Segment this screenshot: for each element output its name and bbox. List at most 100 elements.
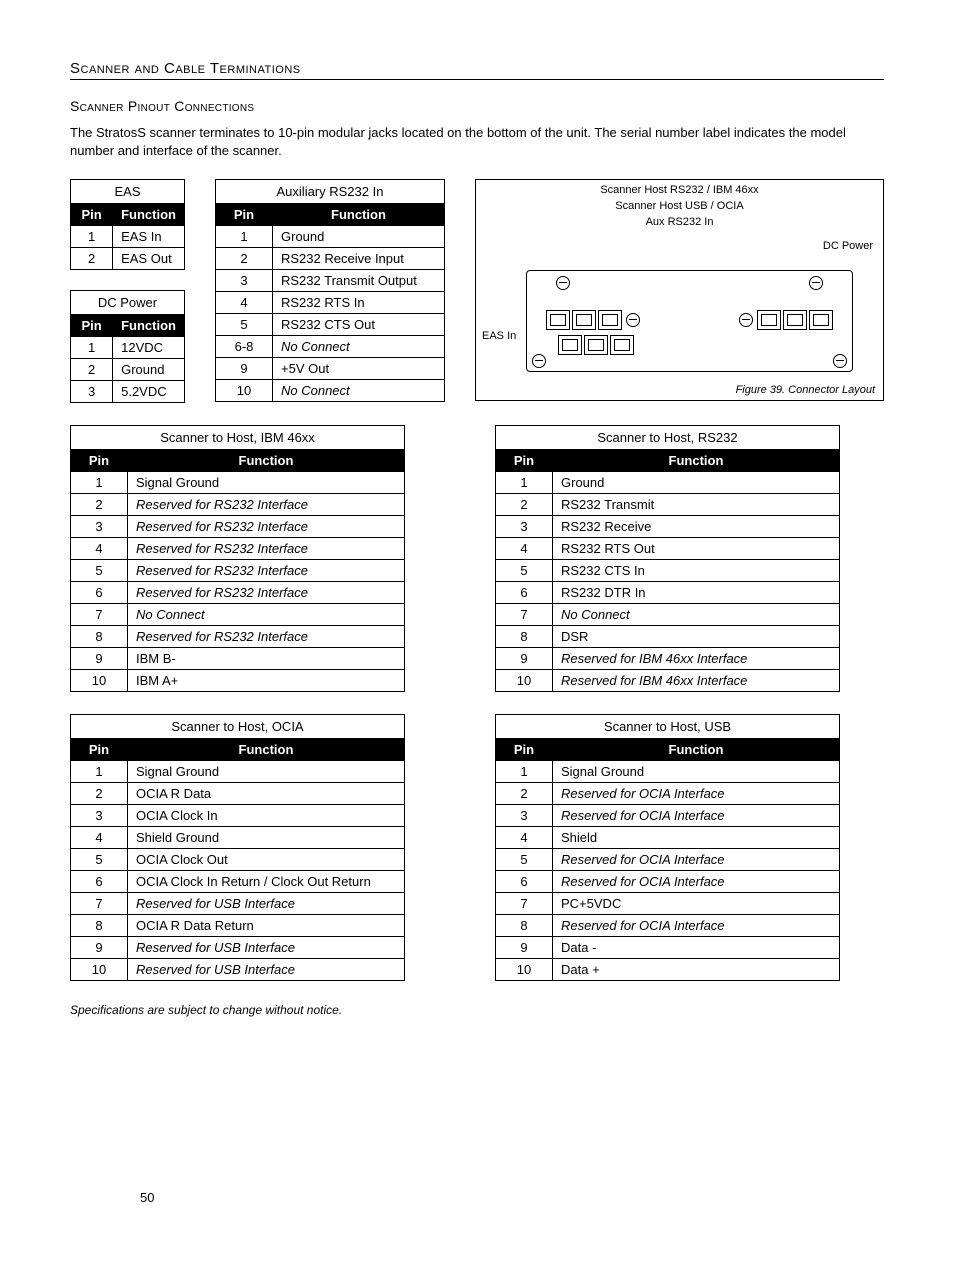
table-row: 5RS232 CTS Out: [216, 314, 445, 336]
table-row: 6-8No Connect: [216, 336, 445, 358]
pin-cell: 2: [71, 359, 113, 381]
pin-cell: 1: [71, 472, 128, 494]
row-2: Scanner to Host, IBM 46xx Pin Function 1…: [70, 425, 884, 692]
table-row: 1EAS In: [71, 226, 185, 248]
func-cell: RS232 Transmit: [553, 494, 840, 516]
func-cell: Reserved for RS232 Interface: [128, 494, 405, 516]
func-cell: Reserved for USB Interface: [128, 937, 405, 959]
func-cell: RS232 DTR In: [553, 582, 840, 604]
table-rs232-title: Scanner to Host, RS232: [495, 425, 840, 449]
table-row: 2Reserved for RS232 Interface: [71, 494, 405, 516]
func-cell: EAS Out: [113, 248, 185, 270]
table-row: 8DSR: [496, 626, 840, 648]
func-cell: RS232 Receive: [553, 516, 840, 538]
pin-cell: 3: [496, 516, 553, 538]
diagram-label-aux: Aux RS232 In: [646, 216, 714, 228]
table-row: 5RS232 CTS In: [496, 560, 840, 582]
table-row: 10No Connect: [216, 380, 445, 402]
top-row: EAS Pin Function 1EAS In2EAS Out DC Powe…: [70, 179, 884, 403]
pin-cell: 7: [496, 893, 553, 915]
table-row: 2RS232 Receive Input: [216, 248, 445, 270]
pin-cell: 6-8: [216, 336, 273, 358]
pin-cell: 4: [71, 827, 128, 849]
func-cell: Shield Ground: [128, 827, 405, 849]
table-row: 9Data -: [496, 937, 840, 959]
func-cell: 12VDC: [113, 337, 185, 359]
func-cell: Reserved for RS232 Interface: [128, 538, 405, 560]
col-func: Function: [128, 450, 405, 472]
table-dcpower-title: DC Power: [70, 290, 185, 314]
col-func: Function: [553, 739, 840, 761]
page-number: 50: [140, 1190, 154, 1205]
func-cell: DSR: [553, 626, 840, 648]
table-dcpower: DC Power Pin Function 112VDC2Ground35.2V…: [70, 290, 185, 403]
pin-cell: 10: [216, 380, 273, 402]
pin-cell: 5: [496, 560, 553, 582]
pin-cell: 5: [496, 849, 553, 871]
func-cell: Ground: [553, 472, 840, 494]
table-row: 8Reserved for RS232 Interface: [71, 626, 405, 648]
func-cell: 5.2VDC: [113, 381, 185, 403]
table-row: 3RS232 Receive: [496, 516, 840, 538]
col-func: Function: [113, 204, 185, 226]
pin-cell: 9: [216, 358, 273, 380]
pin-cell: 3: [71, 516, 128, 538]
pin-cell: 9: [496, 937, 553, 959]
pin-cell: 4: [71, 538, 128, 560]
func-cell: IBM B-: [128, 648, 405, 670]
table-row: 4Reserved for RS232 Interface: [71, 538, 405, 560]
intro-paragraph: The StratosS scanner terminates to 10-pi…: [70, 124, 884, 159]
pin-cell: 8: [71, 626, 128, 648]
pin-cell: 10: [496, 959, 553, 981]
table-aux-title: Auxiliary RS232 In: [215, 179, 445, 203]
pin-cell: 8: [496, 626, 553, 648]
func-cell: Reserved for RS232 Interface: [128, 582, 405, 604]
col-pin: Pin: [496, 450, 553, 472]
table-row: 4Shield: [496, 827, 840, 849]
pin-cell: 8: [496, 915, 553, 937]
table-row: 1Signal Ground: [71, 472, 405, 494]
func-cell: Data +: [553, 959, 840, 981]
func-cell: No Connect: [128, 604, 405, 626]
func-cell: No Connect: [273, 336, 445, 358]
table-row: 1Signal Ground: [496, 761, 840, 783]
pin-cell: 4: [216, 292, 273, 314]
pin-cell: 6: [71, 582, 128, 604]
pin-cell: 1: [496, 472, 553, 494]
table-row: 9IBM B-: [71, 648, 405, 670]
table-ibm-title: Scanner to Host, IBM 46xx: [70, 425, 405, 449]
col-pin: Pin: [71, 204, 113, 226]
col-func: Function: [113, 315, 185, 337]
func-cell: Reserved for OCIA Interface: [553, 849, 840, 871]
table-row: 7No Connect: [496, 604, 840, 626]
table-ibm: Scanner to Host, IBM 46xx Pin Function 1…: [70, 425, 405, 692]
pin-cell: 8: [71, 915, 128, 937]
pin-cell: 2: [496, 494, 553, 516]
pin-cell: 5: [216, 314, 273, 336]
pin-cell: 6: [496, 871, 553, 893]
table-eas-title: EAS: [70, 179, 185, 203]
left-small-tables-col: EAS Pin Function 1EAS In 2 EAS Out DC Powe…: [70, 179, 185, 403]
table-rs232: Scanner to Host, RS232 Pin Function 1Gro…: [495, 425, 840, 692]
func-cell: Reserved for OCIA Interface: [553, 871, 840, 893]
table-row: 9+5V Out: [216, 358, 445, 380]
diagram-label-dcpower: DC Power: [823, 240, 873, 252]
subsection-title: Scanner Pinout Connections: [70, 98, 884, 114]
col-pin: Pin: [216, 204, 273, 226]
table-row: 7PC+5VDC: [496, 893, 840, 915]
func-cell: Shield: [553, 827, 840, 849]
table-row: 5OCIA Clock Out: [71, 849, 405, 871]
pin-cell: 10: [496, 670, 553, 692]
pin-cell: 4: [496, 538, 553, 560]
pin-cell: 1: [71, 337, 113, 359]
func-cell: Reserved for RS232 Interface: [128, 626, 405, 648]
pin-cell: 9: [71, 937, 128, 959]
diagram-label-eas: EAS In: [482, 330, 516, 342]
pin-cell: 5: [71, 560, 128, 582]
pin-cell: 2: [496, 783, 553, 805]
table-row: 2Reserved for OCIA Interface: [496, 783, 840, 805]
table-row: 4Shield Ground: [71, 827, 405, 849]
pin-cell: 9: [71, 648, 128, 670]
table-row: 3Reserved for OCIA Interface: [496, 805, 840, 827]
table-usb: Scanner to Host, USB Pin Function 1Signa…: [495, 714, 840, 981]
